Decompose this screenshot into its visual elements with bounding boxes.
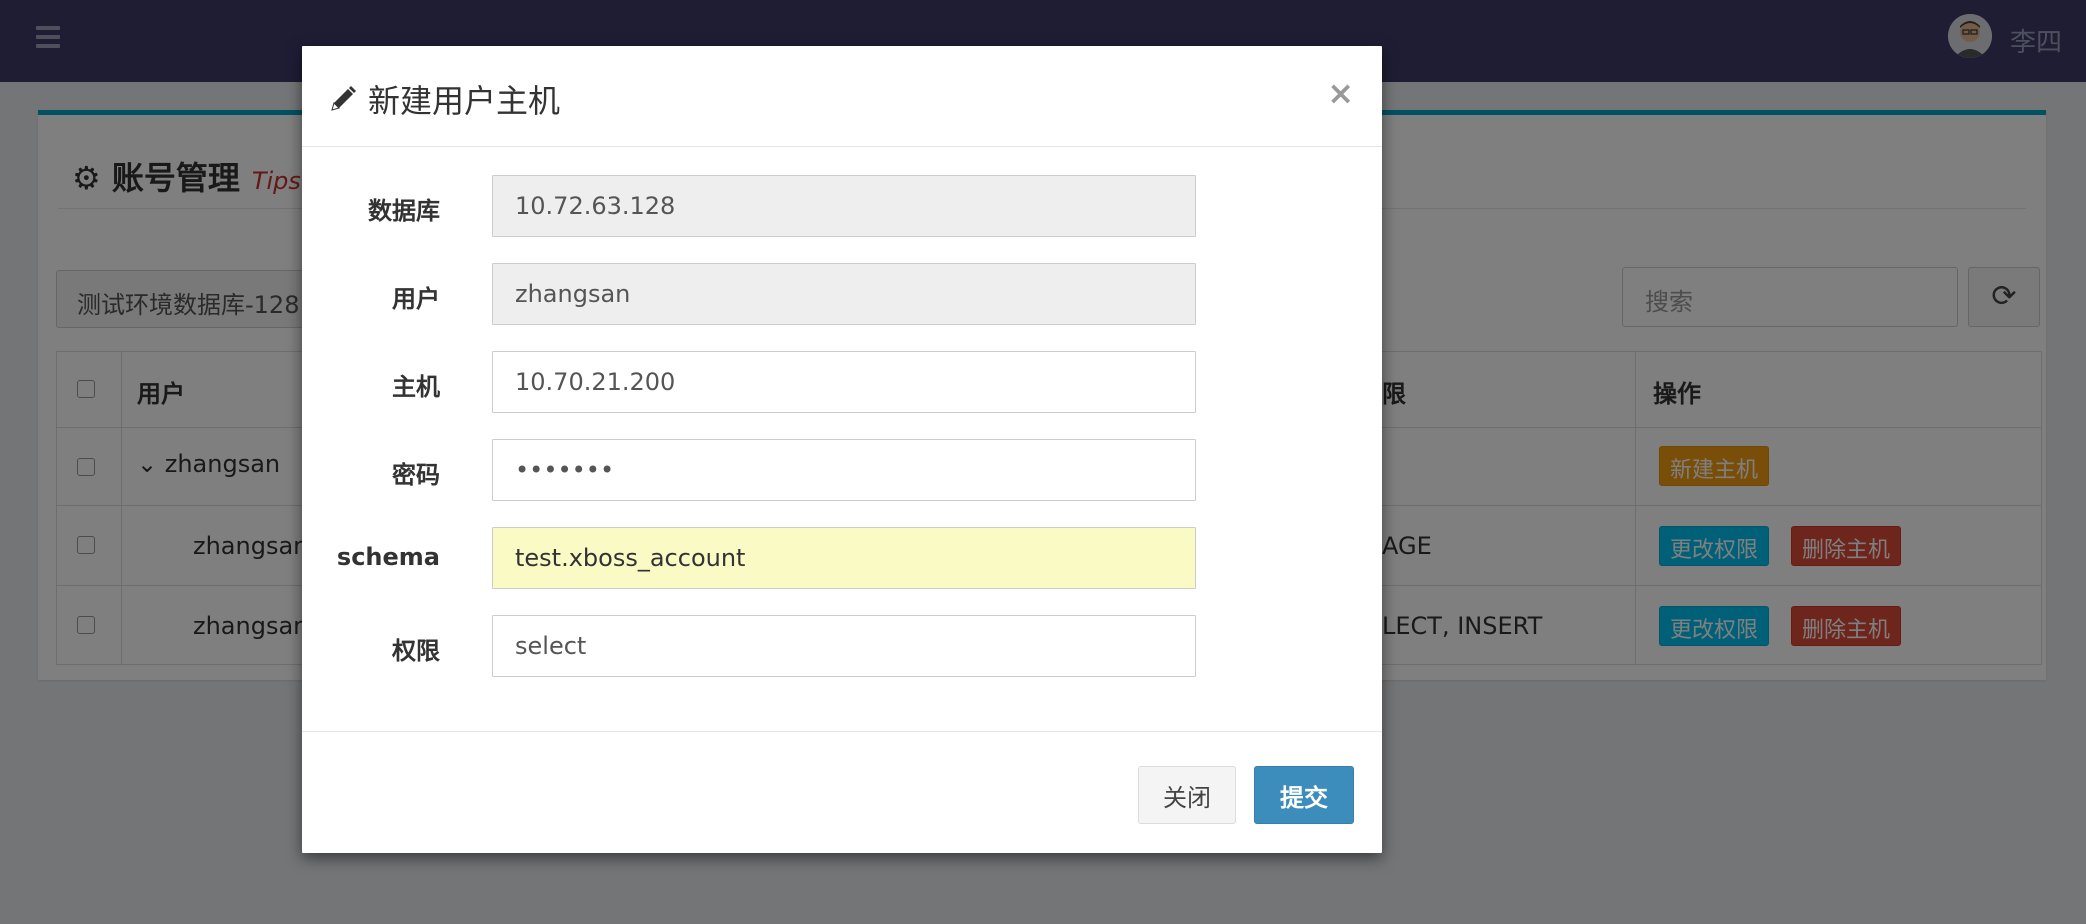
database-field[interactable]: [492, 175, 1196, 237]
schema-label: schema: [336, 543, 440, 571]
password-field[interactable]: [492, 439, 1196, 501]
new-user-host-modal: 新建用户主机 × 数据库 用户 主机 密码 schema 权限 关闭 提交: [302, 46, 1382, 853]
submit-button[interactable]: 提交: [1254, 766, 1354, 824]
privilege-field[interactable]: [492, 615, 1196, 677]
password-label: 密码: [392, 461, 440, 489]
host-label: 主机: [392, 373, 440, 401]
modal-title: 新建用户主机: [328, 76, 560, 122]
user-label: 用户: [392, 285, 440, 313]
form-row-password: 密码: [302, 439, 1382, 501]
modal-header: 新建用户主机 ×: [302, 46, 1382, 147]
database-label: 数据库: [368, 197, 440, 225]
modal-footer-divider: [302, 731, 1382, 732]
form-row-host: 主机: [302, 351, 1382, 413]
privilege-label: 权限: [392, 637, 440, 665]
form-row-user: 用户: [302, 263, 1382, 325]
form-row-privilege: 权限: [302, 615, 1382, 677]
user-field[interactable]: [492, 263, 1196, 325]
pencil-icon: [331, 86, 356, 111]
schema-field[interactable]: [492, 527, 1196, 589]
close-button[interactable]: 关闭: [1138, 766, 1236, 824]
form-row-schema: schema: [302, 527, 1382, 589]
host-field[interactable]: [492, 351, 1196, 413]
form-row-database: 数据库: [302, 175, 1382, 237]
close-icon[interactable]: ×: [1327, 74, 1354, 112]
